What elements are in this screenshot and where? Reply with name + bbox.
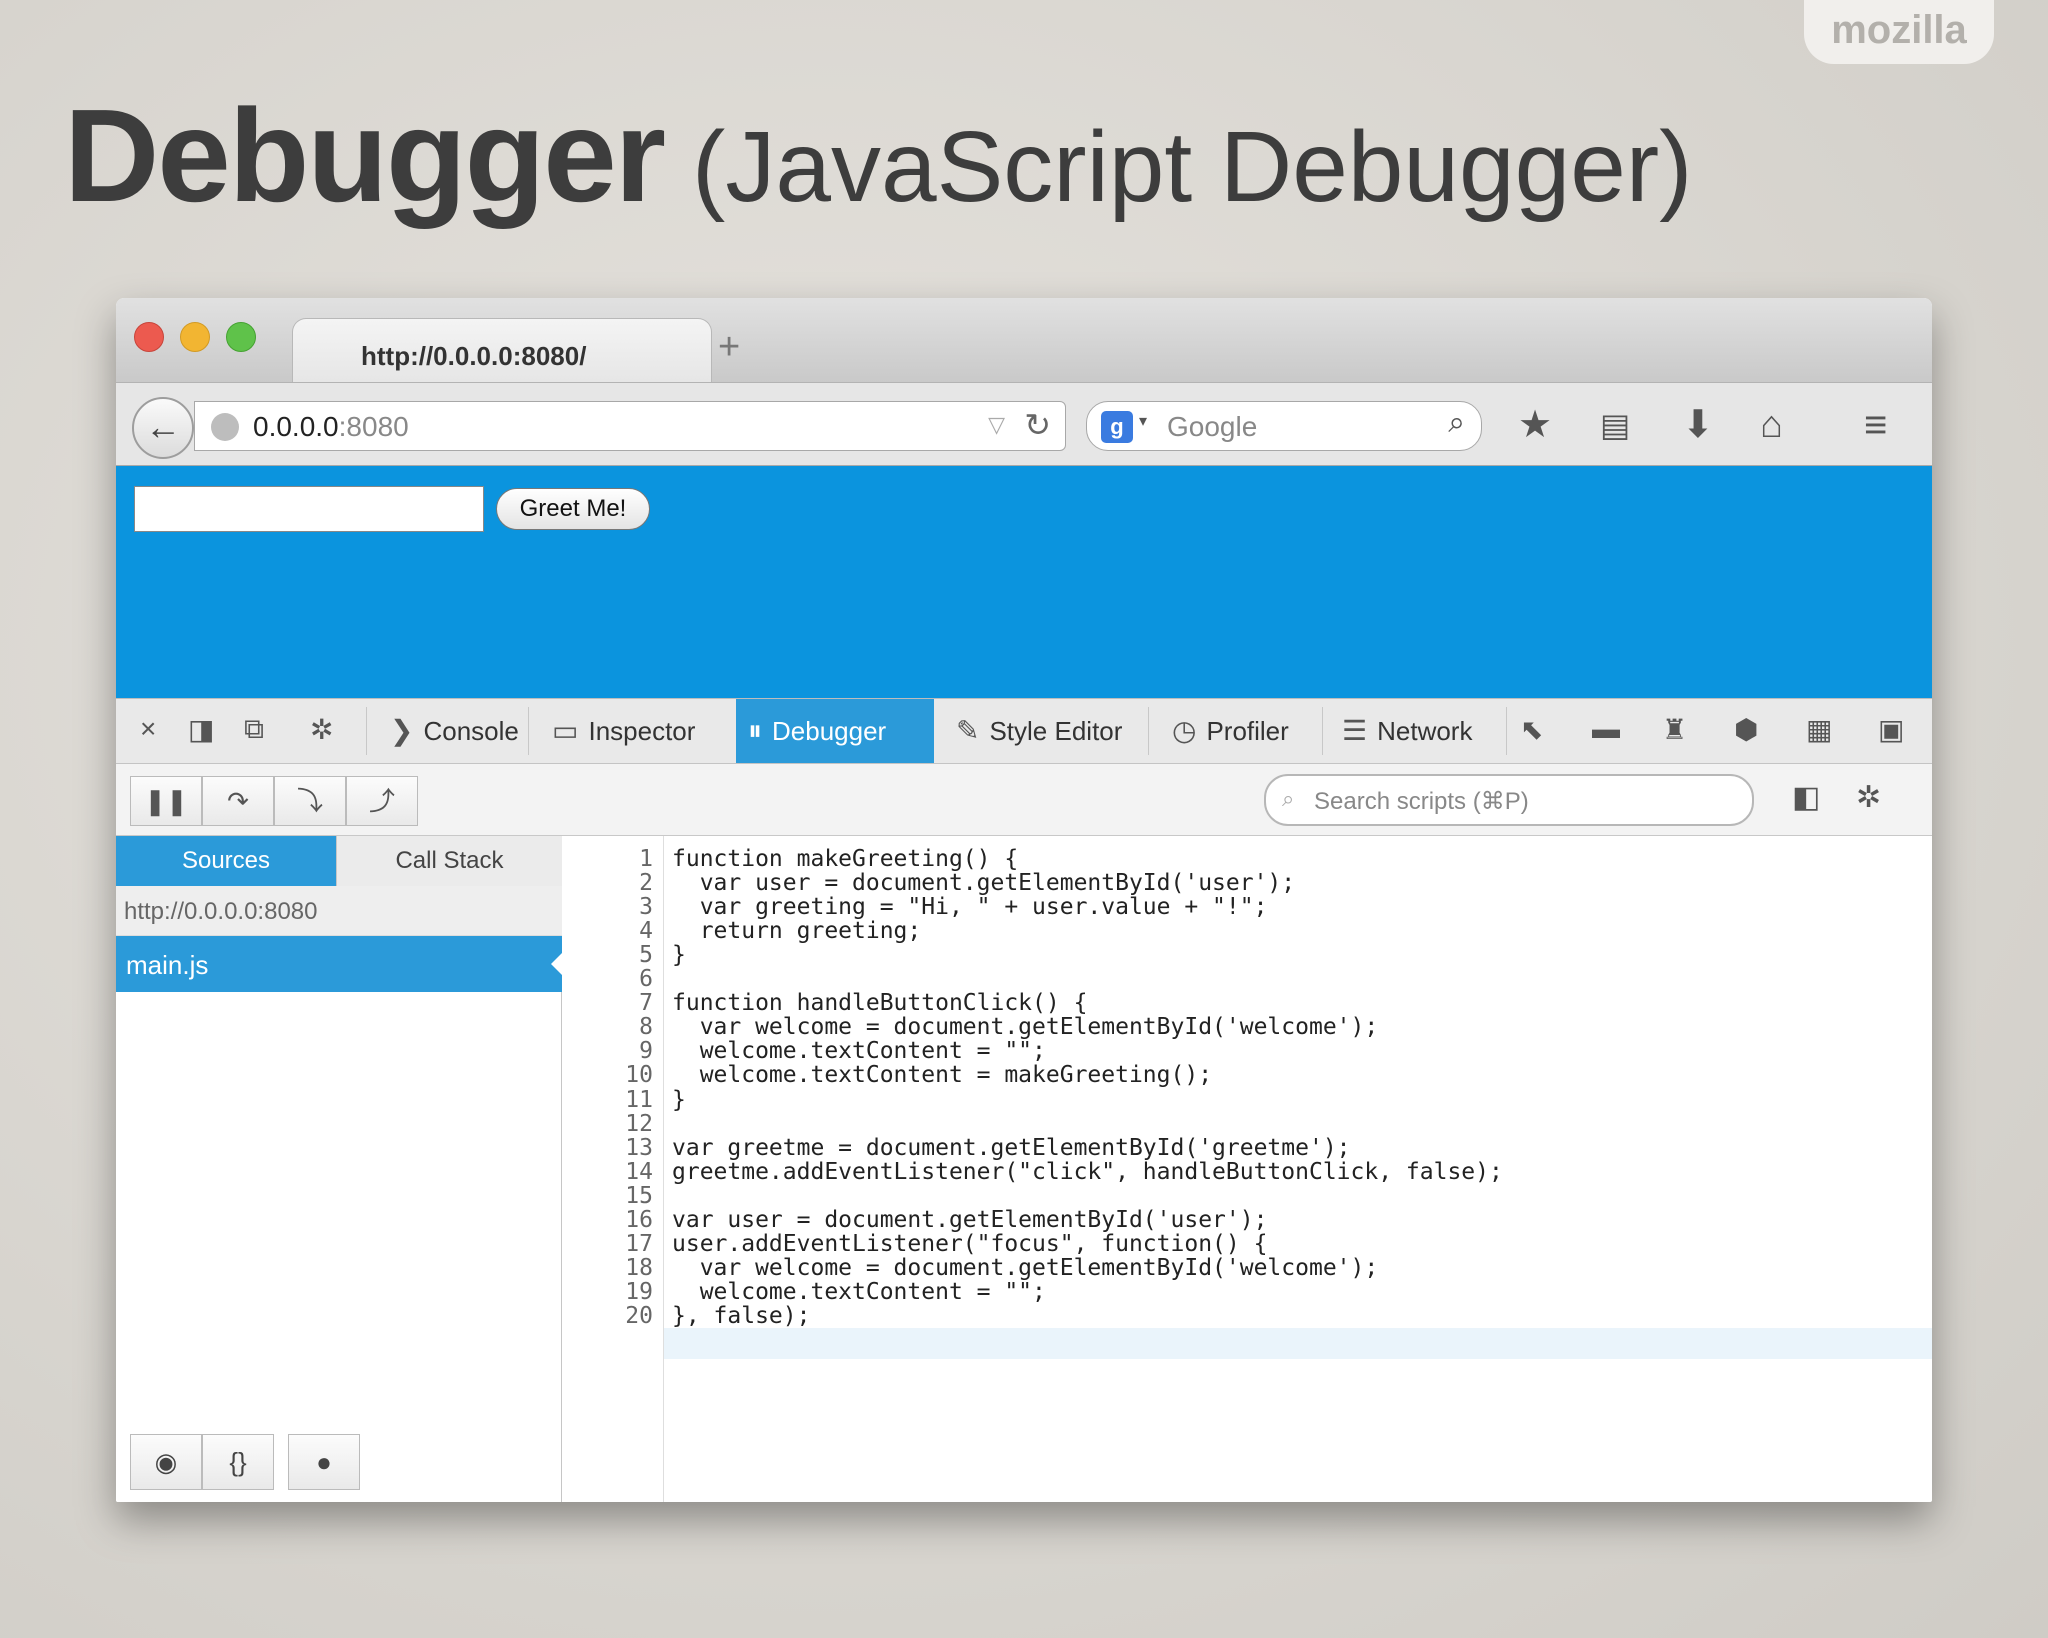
history-dropdown-icon[interactable]: ▽ — [988, 412, 1005, 438]
search-placeholder: Google — [1167, 411, 1258, 442]
tab-strip: http://0.0.0.0:8080/ + — [116, 298, 1932, 382]
code-line[interactable]: } — [672, 940, 686, 971]
search-scripts-input[interactable]: ⌕ Search scripts (⌘P) — [1264, 774, 1754, 826]
url-port: :8080 — [338, 411, 409, 442]
downloads-icon[interactable]: ⬇ — [1682, 403, 1714, 447]
search-icon: ⌕ — [1282, 786, 1295, 811]
bookmarks-menu-icon[interactable]: ▤ — [1600, 403, 1630, 447]
code-line[interactable]: welcome.textContent = makeGreeting(); — [672, 1060, 1212, 1091]
url-bar[interactable]: 0.0.0.0:8080 ▽ ↻ — [194, 401, 1066, 451]
slide-title-rest: (JavaScript Debugger) — [692, 111, 1693, 223]
split-console-icon[interactable]: ▬ — [1592, 713, 1620, 745]
user-input[interactable] — [134, 486, 484, 532]
line-number-gutter: 1 2 3 4 5 6 7 8 9 10 11 12 13 14 15 16 17 18 19 20 — [562, 836, 664, 1502]
watch-expressions-button[interactable]: ◉ — [130, 1434, 202, 1490]
sources-panel: Sources Call Stack http://0.0.0.0:8080 m… — [116, 836, 563, 1502]
source-item-main-js[interactable]: main.js — [116, 936, 563, 992]
back-arrow-icon: ← — [145, 406, 181, 447]
tab-inspector[interactable]: ▭ Inspector — [540, 699, 720, 763]
pretty-print-button[interactable]: {} — [202, 1434, 274, 1490]
search-bar[interactable]: g ▾ Google ⌕ — [1086, 401, 1482, 451]
debugger-pause-icon: ⏸ — [748, 715, 763, 746]
tab-call-stack[interactable]: Call Stack — [336, 836, 562, 886]
braces-icon: {} — [229, 1447, 247, 1477]
debugger-toolbar: ❚❚ ↷ ⤵ ⤴ ⌕ Search scripts (⌘P) ◧ ✲ — [116, 764, 1932, 836]
3d-view-icon[interactable]: ⬢ — [1734, 713, 1758, 746]
minimize-window-button[interactable] — [180, 322, 210, 352]
step-over-icon: ↷ — [227, 786, 249, 816]
slide-title: Debugger (JavaScript Debugger) — [64, 80, 1693, 230]
pause-button[interactable]: ❚❚ — [130, 776, 202, 826]
eye-icon: ◉ — [154, 1447, 178, 1477]
undock-icon[interactable]: ⧉ — [244, 713, 264, 746]
browser-tab[interactable]: http://0.0.0.0:8080/ — [292, 318, 712, 382]
close-devtools-icon[interactable]: × — [140, 713, 156, 745]
greet-me-button[interactable]: Greet Me! — [496, 488, 650, 530]
bookmark-star-icon[interactable]: ★ — [1518, 403, 1552, 447]
menu-icon[interactable]: ≡ — [1864, 403, 1887, 447]
pause-icon: ❚❚ — [144, 786, 188, 816]
code-editor[interactable]: function makeGreeting() { var user = doc… — [672, 836, 1932, 1502]
slide-title-bold: Debugger — [64, 82, 666, 229]
browser-window: http://0.0.0.0:8080/ + 0.0.0.0:8080 ▽ ↻ … — [116, 298, 1932, 1502]
screenshot-icon[interactable]: ▦ — [1806, 713, 1832, 746]
step-over-button[interactable]: ↷ — [202, 776, 274, 826]
style-editor-icon: ✎ — [956, 715, 980, 746]
new-tab-button[interactable]: + — [718, 326, 740, 369]
google-engine-icon[interactable]: g — [1101, 411, 1133, 443]
code-line[interactable]: }, false); — [672, 1301, 810, 1332]
code-line[interactable]: greetme.addEventListener("click", handle… — [672, 1157, 1503, 1188]
code-line[interactable]: return greeting; — [672, 916, 922, 947]
tab-profiler[interactable]: ◷ Profiler — [1160, 699, 1320, 763]
globe-icon — [211, 413, 239, 441]
home-icon[interactable]: ⌂ — [1760, 403, 1783, 447]
tab-sources[interactable]: Sources — [116, 836, 336, 886]
page-content: Greet Me! — [116, 466, 1932, 698]
engine-dropdown-icon[interactable]: ▾ — [1139, 411, 1147, 431]
devtools-settings-icon[interactable]: ✲ — [310, 713, 333, 746]
line-number[interactable]: 20 — [625, 1301, 653, 1332]
search-scripts-placeholder: Search scripts (⌘P) — [1314, 788, 1529, 815]
tab-console[interactable]: ❯ Console — [378, 699, 528, 763]
devtools-toolbar: × ◨ ⧉ ✲ ❯ Console ▭ Inspector ⏸ Debugger ✎ S… — [116, 698, 1932, 764]
paint-flashing-icon[interactable]: ♜ — [1662, 713, 1687, 746]
blackbox-icon: ● — [316, 1447, 332, 1477]
tab-debugger[interactable]: ⏸ Debugger — [736, 699, 934, 763]
toggle-panes-icon[interactable]: ◧ — [1792, 780, 1820, 815]
step-in-button[interactable]: ⤵ — [274, 776, 346, 826]
step-in-icon: ⤵ — [296, 786, 323, 816]
tab-style-editor[interactable]: ✎ Style Editor — [944, 699, 1140, 763]
step-out-icon: ⤴ — [368, 786, 395, 816]
code-line[interactable]: } — [672, 1085, 686, 1116]
url-host: 0.0.0.0 — [253, 411, 339, 442]
debugger-options-icon[interactable]: ✲ — [1856, 780, 1881, 815]
close-window-button[interactable] — [134, 322, 164, 352]
network-icon: ☰ — [1342, 715, 1368, 746]
source-group-header: http://0.0.0.0:8080 — [116, 886, 562, 936]
profiler-icon: ◷ — [1172, 715, 1197, 746]
search-icon[interactable]: ⌕ — [1448, 406, 1465, 440]
console-icon: ❯ — [390, 715, 414, 746]
step-out-button[interactable]: ⤴ — [346, 776, 418, 826]
dock-side-icon[interactable]: ◨ — [188, 713, 214, 746]
inspector-icon: ▭ — [552, 715, 579, 746]
zoom-window-button[interactable] — [226, 322, 256, 352]
navigation-toolbar: 0.0.0.0:8080 ▽ ↻ ← g ▾ Google ⌕ ★ ▤ ⬇ ⌂ … — [116, 382, 1932, 466]
reload-icon[interactable]: ↻ — [1024, 406, 1051, 444]
tab-network[interactable]: ☰ Network — [1330, 699, 1506, 763]
mozilla-logo: mozilla — [1804, 0, 1994, 64]
pick-element-icon[interactable]: ⬉ — [1520, 713, 1543, 746]
responsive-mode-icon[interactable]: ▣ — [1878, 713, 1904, 746]
back-button[interactable]: ← — [132, 397, 194, 459]
black-box-button[interactable]: ● — [288, 1434, 360, 1490]
